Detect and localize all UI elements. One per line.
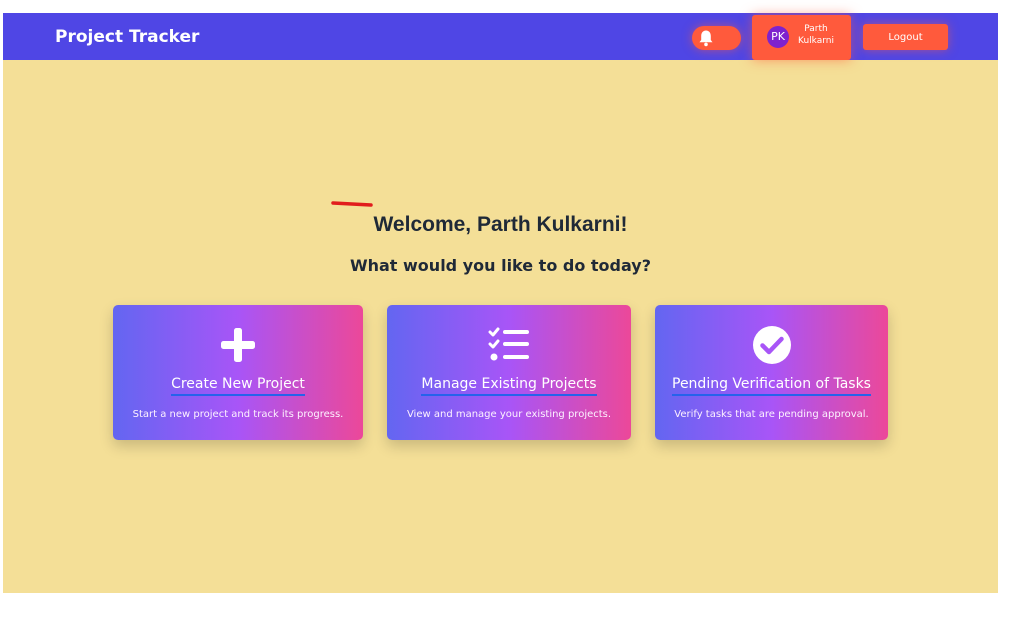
manage-projects-title: Manage Existing Projects [421, 376, 597, 396]
bell-icon [699, 30, 713, 47]
pending-verification-title: Pending Verification of Tasks [672, 376, 871, 396]
logout-button[interactable]: Logout [863, 24, 948, 50]
welcome-heading: Welcome, Parth Kulkarni! [373, 213, 628, 236]
check-circle-icon [752, 326, 791, 364]
manage-projects-card[interactable]: Manage Existing Projects View and manage… [387, 305, 631, 440]
avatar: PK [767, 26, 789, 48]
welcome-subtitle: What would you like to do today? [349, 256, 652, 275]
create-project-title: Create New Project [171, 376, 305, 396]
brand-title[interactable]: Project Tracker [55, 27, 199, 47]
user-first-name: Parth [804, 24, 828, 34]
navbar: Project Tracker PK Parth Kulkarni Logout [3, 13, 998, 60]
create-project-description: Start a new project and track its progre… [132, 409, 344, 420]
user-last-name: Kulkarni [798, 36, 834, 46]
pending-verification-card[interactable]: Pending Verification of Tasks Verify tas… [655, 305, 888, 440]
app-container: Project Tracker PK Parth Kulkarni Logout… [3, 13, 998, 593]
plus-icon [221, 328, 255, 362]
pending-verification-description: Verify tasks that are pending approval. [674, 409, 869, 420]
user-menu-button[interactable]: PK Parth Kulkarni [752, 15, 851, 60]
create-project-card[interactable]: Create New Project Start a new project a… [113, 305, 363, 440]
user-name: Parth Kulkarni [794, 23, 838, 47]
checklist-icon [488, 327, 529, 361]
notification-button[interactable] [692, 26, 741, 50]
red-annotation-mark [331, 201, 373, 207]
manage-projects-description: View and manage your existing projects. [406, 409, 612, 420]
